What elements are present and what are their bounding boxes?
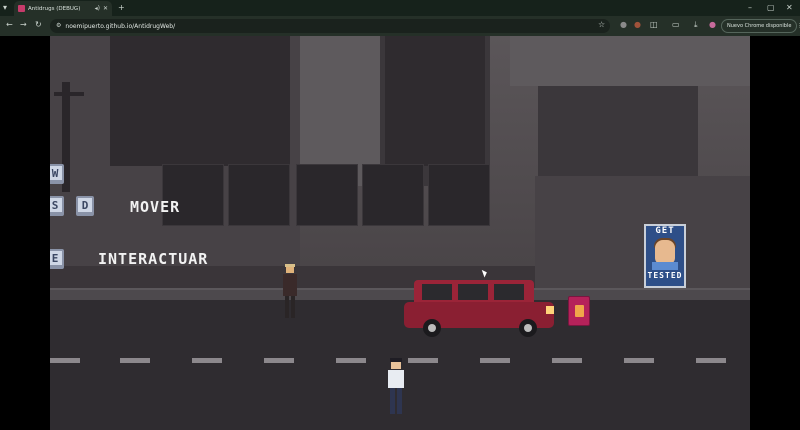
utility-pole-arm	[54, 92, 84, 96]
side-panel-icon[interactable]: ▭	[672, 20, 680, 30]
profile-avatar-icon[interactable]: ●	[709, 20, 716, 30]
background-building	[535, 176, 750, 291]
player-shirt	[388, 370, 404, 388]
tab-close-icon[interactable]: ✕	[103, 5, 108, 12]
download-icon[interactable]: ⤓	[694, 20, 698, 30]
suv-window	[422, 284, 452, 300]
key-s: S	[50, 196, 64, 216]
npc-leg	[285, 296, 289, 318]
site-info-icon[interactable]: ⚙	[56, 23, 61, 29]
player-leg	[390, 388, 395, 414]
fuel-can-label	[575, 305, 584, 317]
lane-marking	[696, 358, 726, 363]
wall-block	[362, 164, 424, 226]
close-window-button[interactable]: ✕	[786, 4, 793, 12]
lane-marking	[480, 358, 510, 363]
suv-window	[458, 284, 488, 300]
player-hair	[390, 358, 402, 362]
key-d: D	[76, 196, 94, 216]
wall-block	[228, 164, 290, 226]
tab-favicon-icon	[18, 5, 25, 12]
new-tab-button[interactable]: +	[118, 4, 125, 12]
background-building	[538, 86, 698, 176]
address-bar[interactable]: ⚙ noemipuerto.github.io/AntidrugWeb/	[50, 19, 610, 33]
npc-hair	[285, 264, 295, 267]
get-tested-poster[interactable]: GET TESTED	[644, 224, 686, 288]
suv-hubcap	[524, 324, 532, 332]
url-text: noemipuerto.github.io/AntidrugWeb/	[65, 22, 176, 30]
key-w: W	[50, 164, 64, 184]
game-canvas[interactable]: W S D MOVER E INTERACTUAR GET TESTED	[50, 36, 750, 430]
npc-leg	[291, 296, 295, 318]
update-chip-label: Nuevo Chrome disponible	[727, 23, 792, 29]
interact-label: INTERACTUAR	[98, 250, 209, 268]
wall-block	[428, 164, 490, 226]
forward-button[interactable]: →	[20, 20, 27, 30]
lane-marking	[50, 358, 80, 363]
suv-window	[494, 284, 524, 300]
poster-shirt	[652, 262, 678, 270]
tab-search-icon[interactable]: ▾	[3, 4, 7, 12]
lane-marking	[336, 358, 366, 363]
suv-headlight	[546, 306, 554, 314]
update-chrome-button[interactable]: Nuevo Chrome disponible ⋮	[721, 19, 800, 33]
lane-marking	[192, 358, 222, 363]
extension-icon[interactable]: ●	[634, 20, 641, 30]
minimize-button[interactable]: –	[748, 4, 752, 12]
lane-marking	[408, 358, 438, 363]
key-e: E	[50, 249, 64, 269]
lane-marking	[552, 358, 582, 363]
move-label: MOVER	[130, 198, 181, 216]
player-character[interactable]	[384, 358, 408, 418]
page-viewport: W S D MOVER E INTERACTUAR GET TESTED	[0, 36, 800, 430]
active-tab[interactable]: Antidrugs (DEBUG) ◂) ✕	[14, 1, 112, 16]
suv-hubcap	[428, 324, 436, 332]
back-button[interactable]: ←	[6, 20, 13, 30]
player-leg	[397, 388, 402, 414]
bookmark-star-icon[interactable]: ☆	[598, 20, 605, 30]
npc-character[interactable]	[278, 264, 302, 320]
poster-top-text: GET	[655, 226, 675, 236]
fuel-can[interactable]	[568, 296, 590, 326]
background-building	[110, 36, 290, 166]
reload-button[interactable]: ↻	[35, 20, 42, 30]
extensions-puzzle-icon[interactable]: ◫	[650, 20, 658, 30]
wall-block	[162, 164, 224, 226]
lane-marking	[120, 358, 150, 363]
poster-bottom-text: TESTED	[647, 271, 683, 280]
tab-title: Antidrugs (DEBUG)	[28, 5, 81, 12]
browser-chrome: ▾ Antidrugs (DEBUG) ◂) ✕ + – ▢ ✕ ← → ↻ ⚙…	[0, 0, 800, 36]
wall-block	[296, 164, 358, 226]
tab-strip: ▾ Antidrugs (DEBUG) ◂) ✕ + – ▢ ✕	[0, 0, 800, 16]
restore-button[interactable]: ▢	[767, 4, 775, 12]
lane-marking	[624, 358, 654, 363]
npc-jacket	[283, 274, 297, 296]
poster-face-icon	[655, 240, 675, 264]
background-building	[385, 36, 485, 166]
extension-icon[interactable]: ●	[620, 20, 627, 30]
red-suv[interactable]	[400, 276, 560, 338]
lane-marking	[264, 358, 294, 363]
tab-audio-icon[interactable]: ◂)	[95, 5, 100, 12]
background-building	[510, 36, 750, 86]
